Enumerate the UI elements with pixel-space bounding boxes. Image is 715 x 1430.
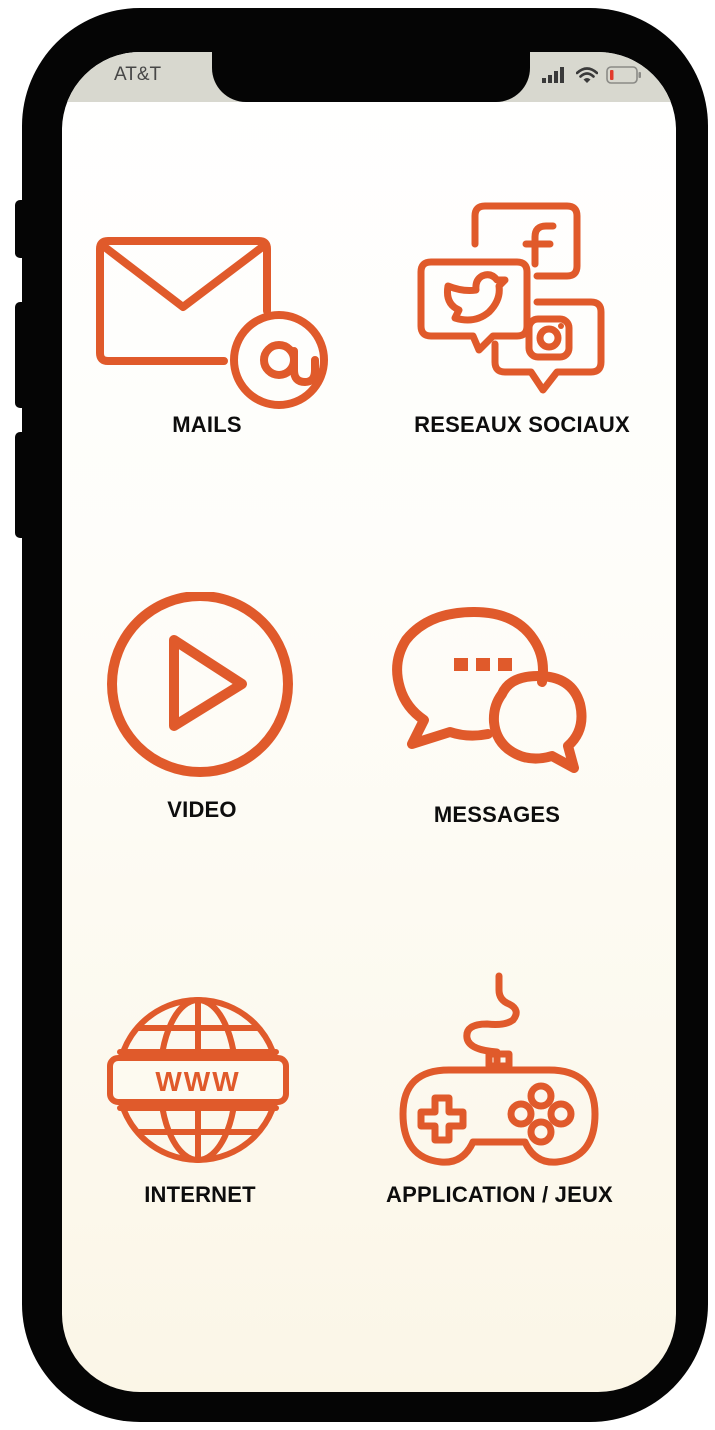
app-tile-internet[interactable]: WWW INTERNET	[100, 992, 300, 1212]
app-tile-video[interactable]: VIDEO	[102, 592, 302, 827]
cellular-signal-icon	[542, 67, 564, 83]
notch	[212, 52, 530, 102]
carrier-label: AT&T	[114, 64, 162, 85]
tile-label: MAILS	[172, 412, 242, 437]
app-tile-reseaux-sociaux[interactable]: RESEAUX SOCIAUX	[387, 200, 657, 455]
play-circle-icon	[107, 592, 293, 777]
battery-low-icon	[606, 66, 641, 84]
chat-bubbles-icon	[392, 607, 587, 773]
tile-label: APPLICATION / JEUX	[386, 1182, 613, 1207]
tile-label: VIDEO	[167, 797, 237, 822]
tile-label: INTERNET	[144, 1182, 256, 1207]
globe-www-icon: WWW	[107, 997, 289, 1163]
svg-text:WWW: WWW	[155, 1066, 240, 1097]
social-networks-icon	[417, 202, 605, 394]
phone-screen: AT&T MAILS RESEAUX SOCIAUX VIDEO MESSAGE…	[62, 52, 676, 1392]
app-tile-mails[interactable]: MAILS	[82, 227, 332, 457]
tile-label: RESEAUX SOCIAUX	[414, 412, 630, 437]
gamepad-icon	[399, 972, 599, 1166]
app-tile-application-jeux[interactable]: APPLICATION / JEUX	[357, 972, 642, 1212]
tile-label: MESSAGES	[433, 802, 561, 827]
status-icons	[542, 66, 642, 84]
mail-at-icon	[96, 237, 328, 409]
wifi-icon	[576, 66, 598, 83]
app-tile-messages[interactable]: MESSAGES	[392, 600, 602, 828]
status-bar: AT&T	[62, 52, 676, 102]
